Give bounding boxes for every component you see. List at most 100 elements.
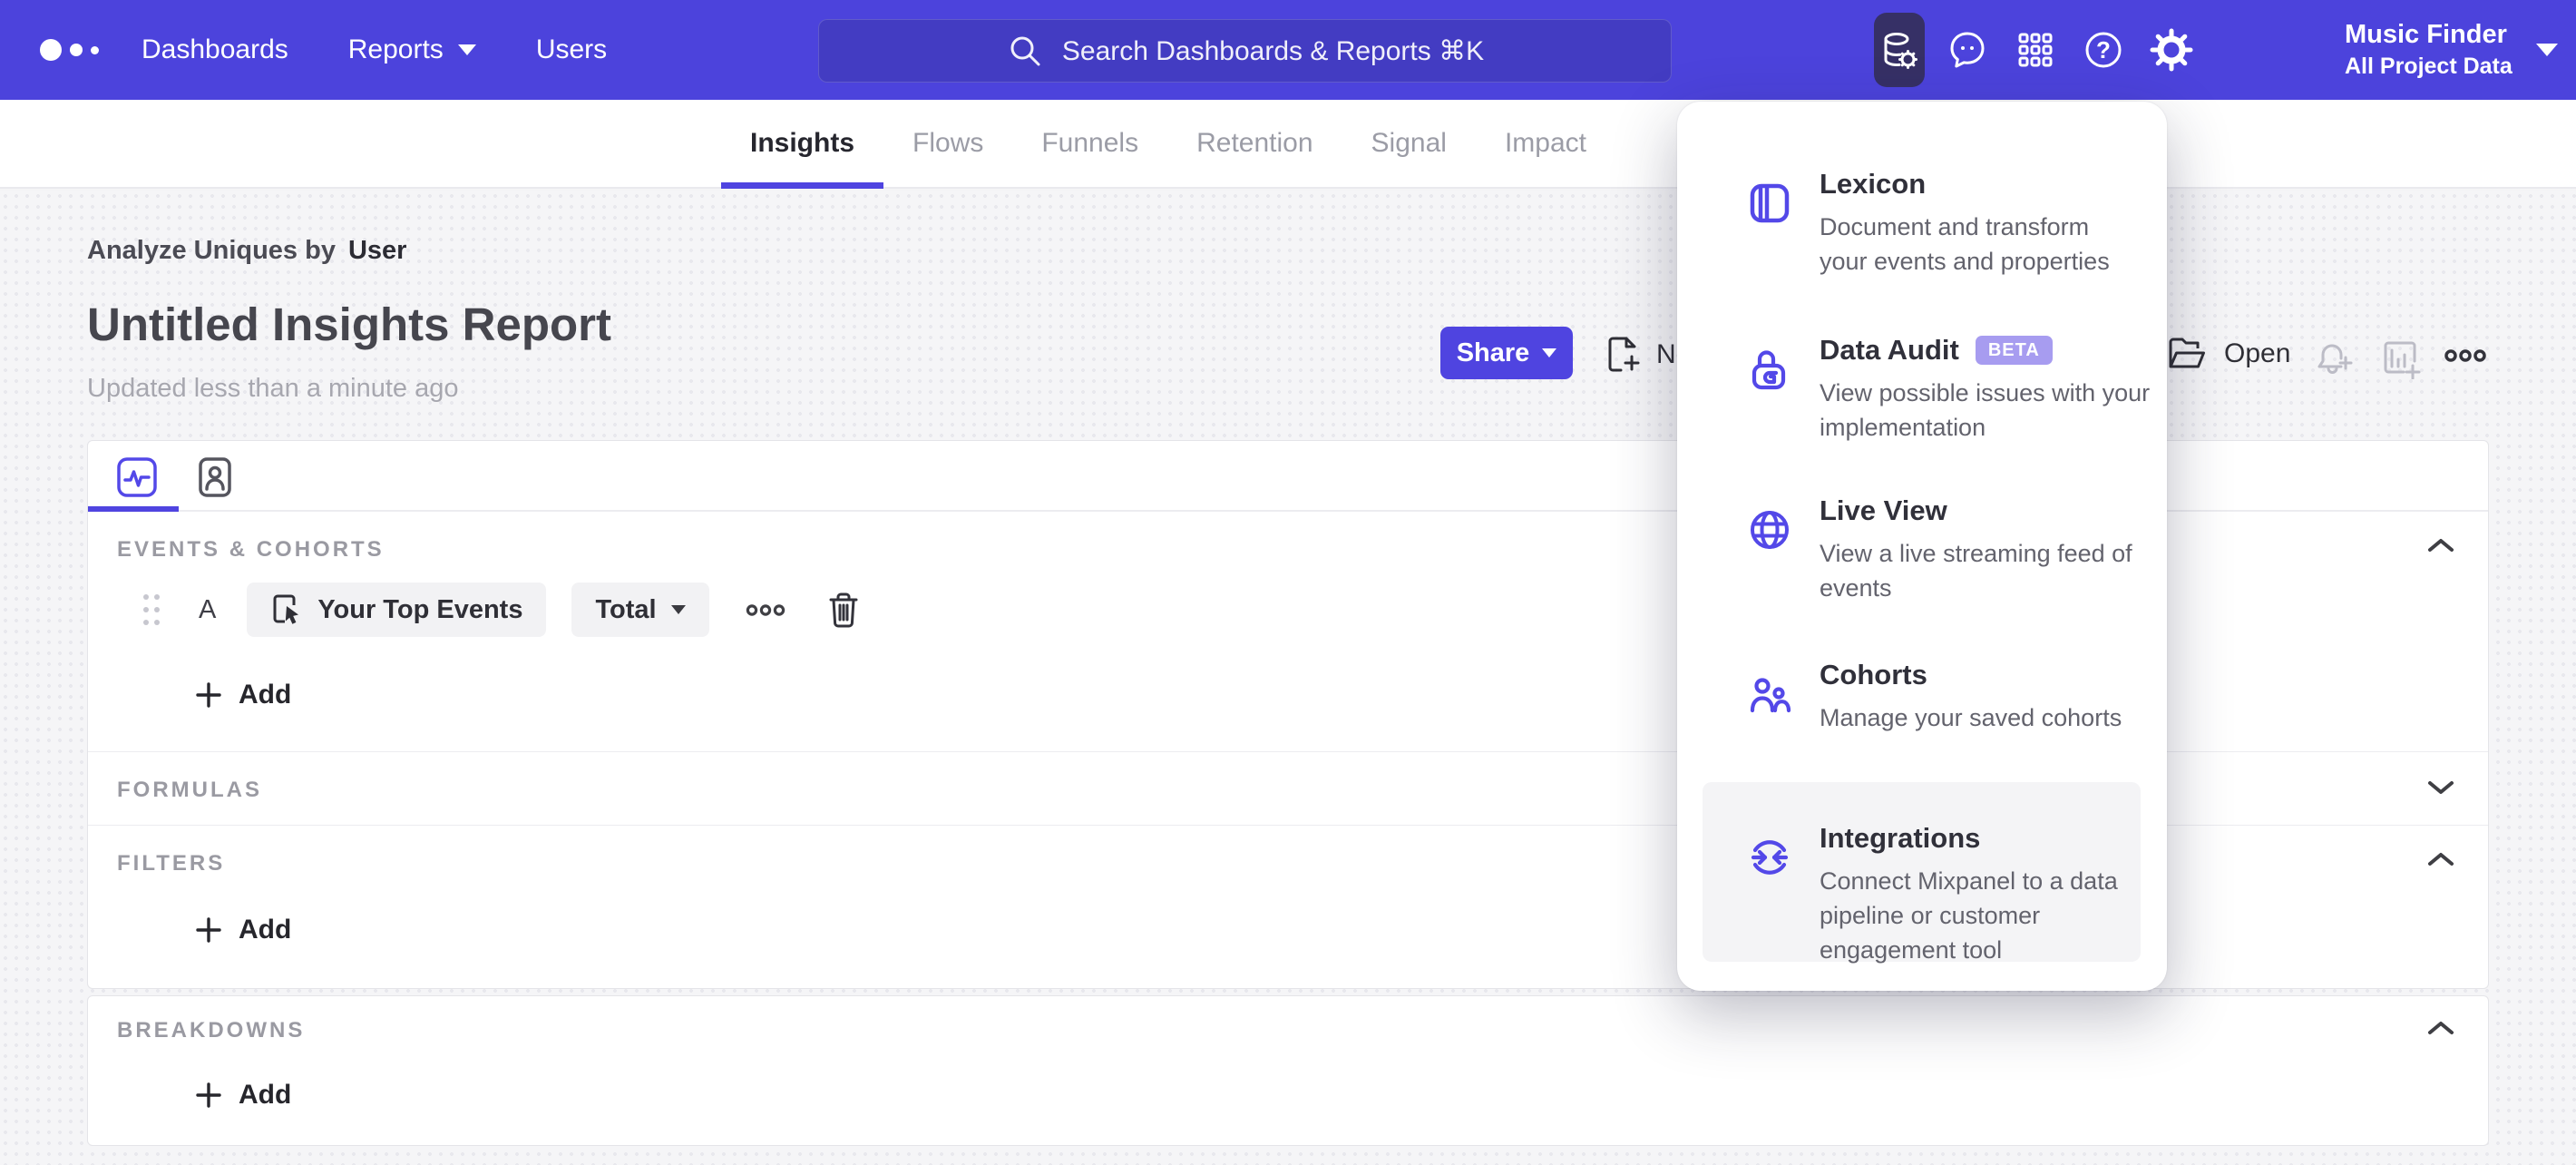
search-input[interactable]: Search Dashboards & Reports ⌘K <box>818 19 1672 83</box>
top-navigation-bar: Dashboards Reports Users Search Dashboar… <box>0 0 2576 100</box>
chevron-down-icon <box>457 44 476 55</box>
formulas-header: FORMULAS <box>117 778 262 802</box>
data-management-button[interactable] <box>1874 13 1925 87</box>
add-to-board-button[interactable] <box>2380 338 2422 379</box>
menu-item-title: Integrations <box>1820 822 1981 854</box>
cohorts-people-icon <box>1750 678 1791 713</box>
context-prefix: Analyze Uniques by <box>87 236 336 265</box>
project-name: Music Finder <box>2345 20 2507 49</box>
nav-users[interactable]: Users <box>536 34 607 65</box>
tab-signal[interactable]: Signal <box>1342 100 1476 189</box>
add-event-label: Add <box>239 680 292 710</box>
updated-timestamp: Updated less than a minute ago <box>87 374 459 403</box>
more-options-icon <box>746 603 785 616</box>
share-button[interactable]: Share <box>1440 327 1573 379</box>
database-gear-icon <box>1884 33 1917 69</box>
person-card-icon <box>199 457 231 497</box>
data-management-menu: Lexicon Document and transform your even… <box>1677 102 2167 991</box>
lexicon-book-icon <box>1750 183 1790 223</box>
row-letter: A <box>199 594 217 624</box>
add-breakdown-button[interactable]: Add <box>195 1080 291 1111</box>
feedback-button[interactable] <box>1942 13 1993 87</box>
metric-selector-button[interactable]: Total <box>571 582 709 637</box>
app-root: Dashboards Reports Users Search Dashboar… <box>0 0 2576 1165</box>
collapse-breakdowns-button[interactable] <box>2426 1018 2455 1036</box>
project-selector-labels: Music Finder All Project Data <box>2345 20 2513 80</box>
help-icon: ? <box>2085 32 2122 68</box>
menu-item-title: Lexicon <box>1820 168 1927 200</box>
primary-nav: Dashboards Reports Users <box>141 0 607 100</box>
menu-item-cohorts[interactable]: Cohorts Manage your saved cohorts <box>1820 655 2175 735</box>
help-button[interactable]: ? <box>2078 13 2129 87</box>
live-view-globe-icon <box>1751 511 1789 549</box>
project-selector[interactable]: Music Finder All Project Data <box>2345 0 2558 100</box>
report-tabstrip: Insights Flows Funnels Retention Signal … <box>0 100 2576 189</box>
tab-funnels[interactable]: Funnels <box>1012 100 1167 189</box>
menu-item-description: View possible issues with your implement… <box>1820 379 2151 441</box>
collapse-events-button[interactable] <box>2426 535 2455 553</box>
menu-item-title: Data Audit BETA <box>1820 330 2175 370</box>
menu-item-lexicon[interactable]: Lexicon Document and transform your even… <box>1820 164 2175 279</box>
expand-formulas-button[interactable] <box>2426 779 2455 798</box>
plus-icon <box>196 1082 221 1108</box>
page-title[interactable]: Untitled Insights Report <box>87 298 611 351</box>
chevron-down-icon <box>2535 44 2558 56</box>
project-scope: All Project Data <box>2345 54 2513 79</box>
add-filter-label: Add <box>239 915 292 945</box>
event-selector-label: Your Top Events <box>317 594 523 624</box>
trash-icon <box>829 592 858 628</box>
nav-reports[interactable]: Reports <box>348 34 476 65</box>
add-filter-button[interactable]: Add <box>195 915 291 945</box>
tab-impact[interactable]: Impact <box>1476 100 1615 189</box>
analysis-context: Analyze Uniques by User <box>87 236 406 266</box>
open-report-button[interactable]: Open <box>2166 334 2290 374</box>
events-cohorts-header: EVENTS & COHORTS <box>117 537 385 562</box>
tab-flows[interactable]: Flows <box>883 100 1012 189</box>
tab-events-view[interactable] <box>115 455 159 499</box>
menu-item-description: Document and transform your events and p… <box>1820 213 2110 275</box>
more-actions-button[interactable] <box>2444 348 2487 363</box>
menu-item-data-audit[interactable]: Data Audit BETA View possible issues wit… <box>1820 330 2175 445</box>
add-breakdown-label: Add <box>239 1080 292 1110</box>
pulse-chart-icon <box>117 457 157 497</box>
breakdowns-section: BREAKDOWNS Add <box>88 996 2488 1145</box>
breakdowns-header: BREAKDOWNS <box>117 1018 306 1043</box>
menu-item-title: Cohorts <box>1820 659 1927 690</box>
apps-grid-button[interactable] <box>2010 13 2061 87</box>
menu-item-integrations[interactable]: Integrations Connect Mixpanel to a data … <box>1820 818 2175 967</box>
drag-handle[interactable] <box>139 591 164 629</box>
bell-plus-icon <box>2317 344 2353 374</box>
mixpanel-logo-icon[interactable] <box>40 0 99 100</box>
data-audit-lock-icon <box>1751 350 1786 390</box>
grid-icon <box>2018 33 2053 67</box>
context-value-user[interactable]: User <box>348 236 407 265</box>
menu-item-live-view[interactable]: Live View View a live streaming feed of … <box>1820 491 2175 605</box>
add-event-button[interactable]: Add <box>195 680 291 710</box>
tab-profiles-view[interactable] <box>193 455 237 499</box>
gear-icon <box>2150 28 2193 72</box>
nav-dashboards[interactable]: Dashboards <box>141 34 288 65</box>
menu-item-description: Manage your saved cohorts <box>1820 704 2122 731</box>
metric-selector-label: Total <box>595 594 657 624</box>
chevron-down-icon <box>1542 348 1557 357</box>
svg-text:?: ? <box>2096 36 2111 64</box>
query-row-a: A Your Top Events Total <box>139 582 862 637</box>
create-alert-button[interactable] <box>2313 338 2355 379</box>
tab-insights[interactable]: Insights <box>721 100 884 189</box>
filters-header: FILTERS <box>117 851 226 876</box>
plus-icon <box>196 682 221 708</box>
beta-badge: BETA <box>1975 336 2053 365</box>
chat-bubble-icon <box>1950 32 1985 68</box>
topbar-icon-group: ? <box>1874 0 2197 100</box>
settings-button[interactable] <box>2146 13 2197 87</box>
delete-row-button[interactable] <box>825 590 862 630</box>
tab-retention[interactable]: Retention <box>1167 100 1342 189</box>
chevron-down-icon <box>2428 781 2454 794</box>
collapse-filters-button[interactable] <box>2426 849 2455 867</box>
chart-plus-icon <box>2384 341 2421 379</box>
plus-icon <box>196 917 221 943</box>
breakdowns-card: BREAKDOWNS Add <box>87 995 2489 1146</box>
report-tabs: Insights Flows Funnels Retention Signal … <box>721 100 1615 189</box>
event-selector-button[interactable]: Your Top Events <box>247 582 547 637</box>
row-options-button[interactable] <box>746 603 785 617</box>
